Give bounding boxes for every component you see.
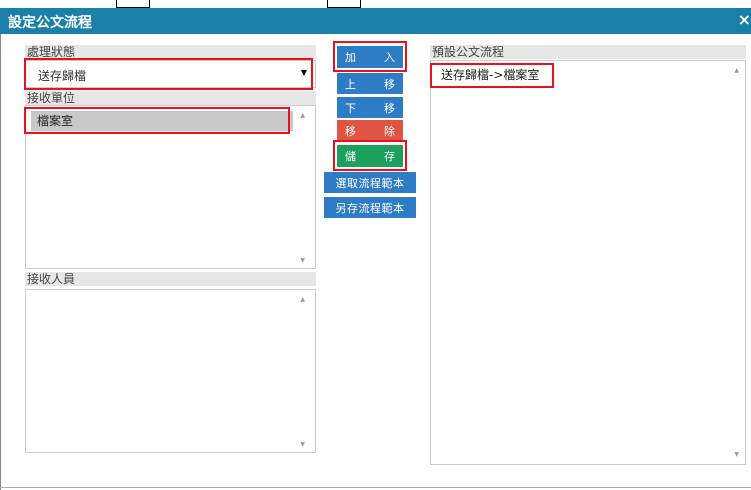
pick-template-button[interactable]: 選取流程範本 bbox=[324, 172, 416, 193]
dialog-title: 設定公文流程 bbox=[8, 15, 92, 31]
receive-person-label: 接收人員 bbox=[27, 272, 76, 286]
cropped-box-1 bbox=[116, 0, 150, 8]
receive-unit-list[interactable]: 檔案室 ▲ ▼ bbox=[25, 105, 316, 269]
process-status-value: 送存歸檔 bbox=[38, 69, 87, 83]
default-flow-list[interactable]: 送存歸檔->檔案室 ▲ ▼ bbox=[430, 60, 746, 465]
default-flow-label: 預設公文流程 bbox=[432, 45, 505, 59]
move-up-label-1: 上 bbox=[345, 78, 356, 91]
list-item[interactable]: 送存歸檔->檔案室 bbox=[435, 65, 635, 85]
close-icon[interactable]: × bbox=[738, 10, 751, 29]
list-item[interactable]: 檔案室 bbox=[31, 111, 293, 131]
dialog-titlebar: 設定公文流程 × bbox=[0, 8, 751, 34]
process-status-label: 處理狀態 bbox=[27, 45, 76, 59]
save-label-1: 儲 bbox=[345, 151, 356, 163]
scroll-down-icon[interactable]: ▼ bbox=[300, 257, 305, 264]
save-template-button[interactable]: 另存流程範本 bbox=[324, 197, 416, 218]
receive-unit-header: 接收單位 bbox=[25, 91, 316, 105]
scroll-up-icon[interactable]: ▲ bbox=[734, 67, 739, 74]
move-up-button[interactable]: 上 移 bbox=[337, 73, 403, 94]
top-cropped-strip bbox=[0, 0, 751, 8]
add-label-2: 入 bbox=[384, 52, 395, 64]
receive-person-list[interactable]: ▲ ▼ bbox=[25, 289, 316, 453]
cropped-box-2 bbox=[327, 0, 361, 8]
scroll-down-icon[interactable]: ▼ bbox=[734, 451, 739, 458]
process-status-select[interactable]: 送存歸檔 ▼ bbox=[25, 60, 316, 88]
receive-person-header: 接收人員 bbox=[25, 272, 316, 286]
move-down-label-2: 移 bbox=[384, 102, 395, 115]
scroll-up-icon[interactable]: ▲ bbox=[300, 112, 305, 119]
remove-label-1: 移 bbox=[345, 125, 356, 138]
save-label-2: 存 bbox=[384, 151, 395, 163]
receive-unit-label: 接收單位 bbox=[27, 91, 76, 105]
process-status-header: 處理狀態 bbox=[25, 45, 316, 59]
move-down-label-1: 下 bbox=[345, 102, 356, 115]
add-label-1: 加 bbox=[345, 52, 356, 64]
scroll-up-icon[interactable]: ▲ bbox=[300, 296, 305, 303]
remove-button[interactable]: 移 除 bbox=[337, 120, 403, 141]
scroll-down-icon[interactable]: ▼ bbox=[300, 441, 305, 448]
remove-label-2: 除 bbox=[384, 125, 395, 138]
dialog-bottom-border bbox=[0, 487, 751, 488]
dropdown-arrow-icon: ▼ bbox=[300, 68, 307, 77]
save-button[interactable]: 儲 存 bbox=[337, 145, 403, 167]
move-down-button[interactable]: 下 移 bbox=[337, 97, 403, 118]
dialog-left-border bbox=[0, 34, 1, 490]
move-up-label-2: 移 bbox=[384, 78, 395, 91]
default-flow-header: 預設公文流程 bbox=[430, 45, 746, 59]
add-button[interactable]: 加 入 bbox=[337, 46, 403, 68]
